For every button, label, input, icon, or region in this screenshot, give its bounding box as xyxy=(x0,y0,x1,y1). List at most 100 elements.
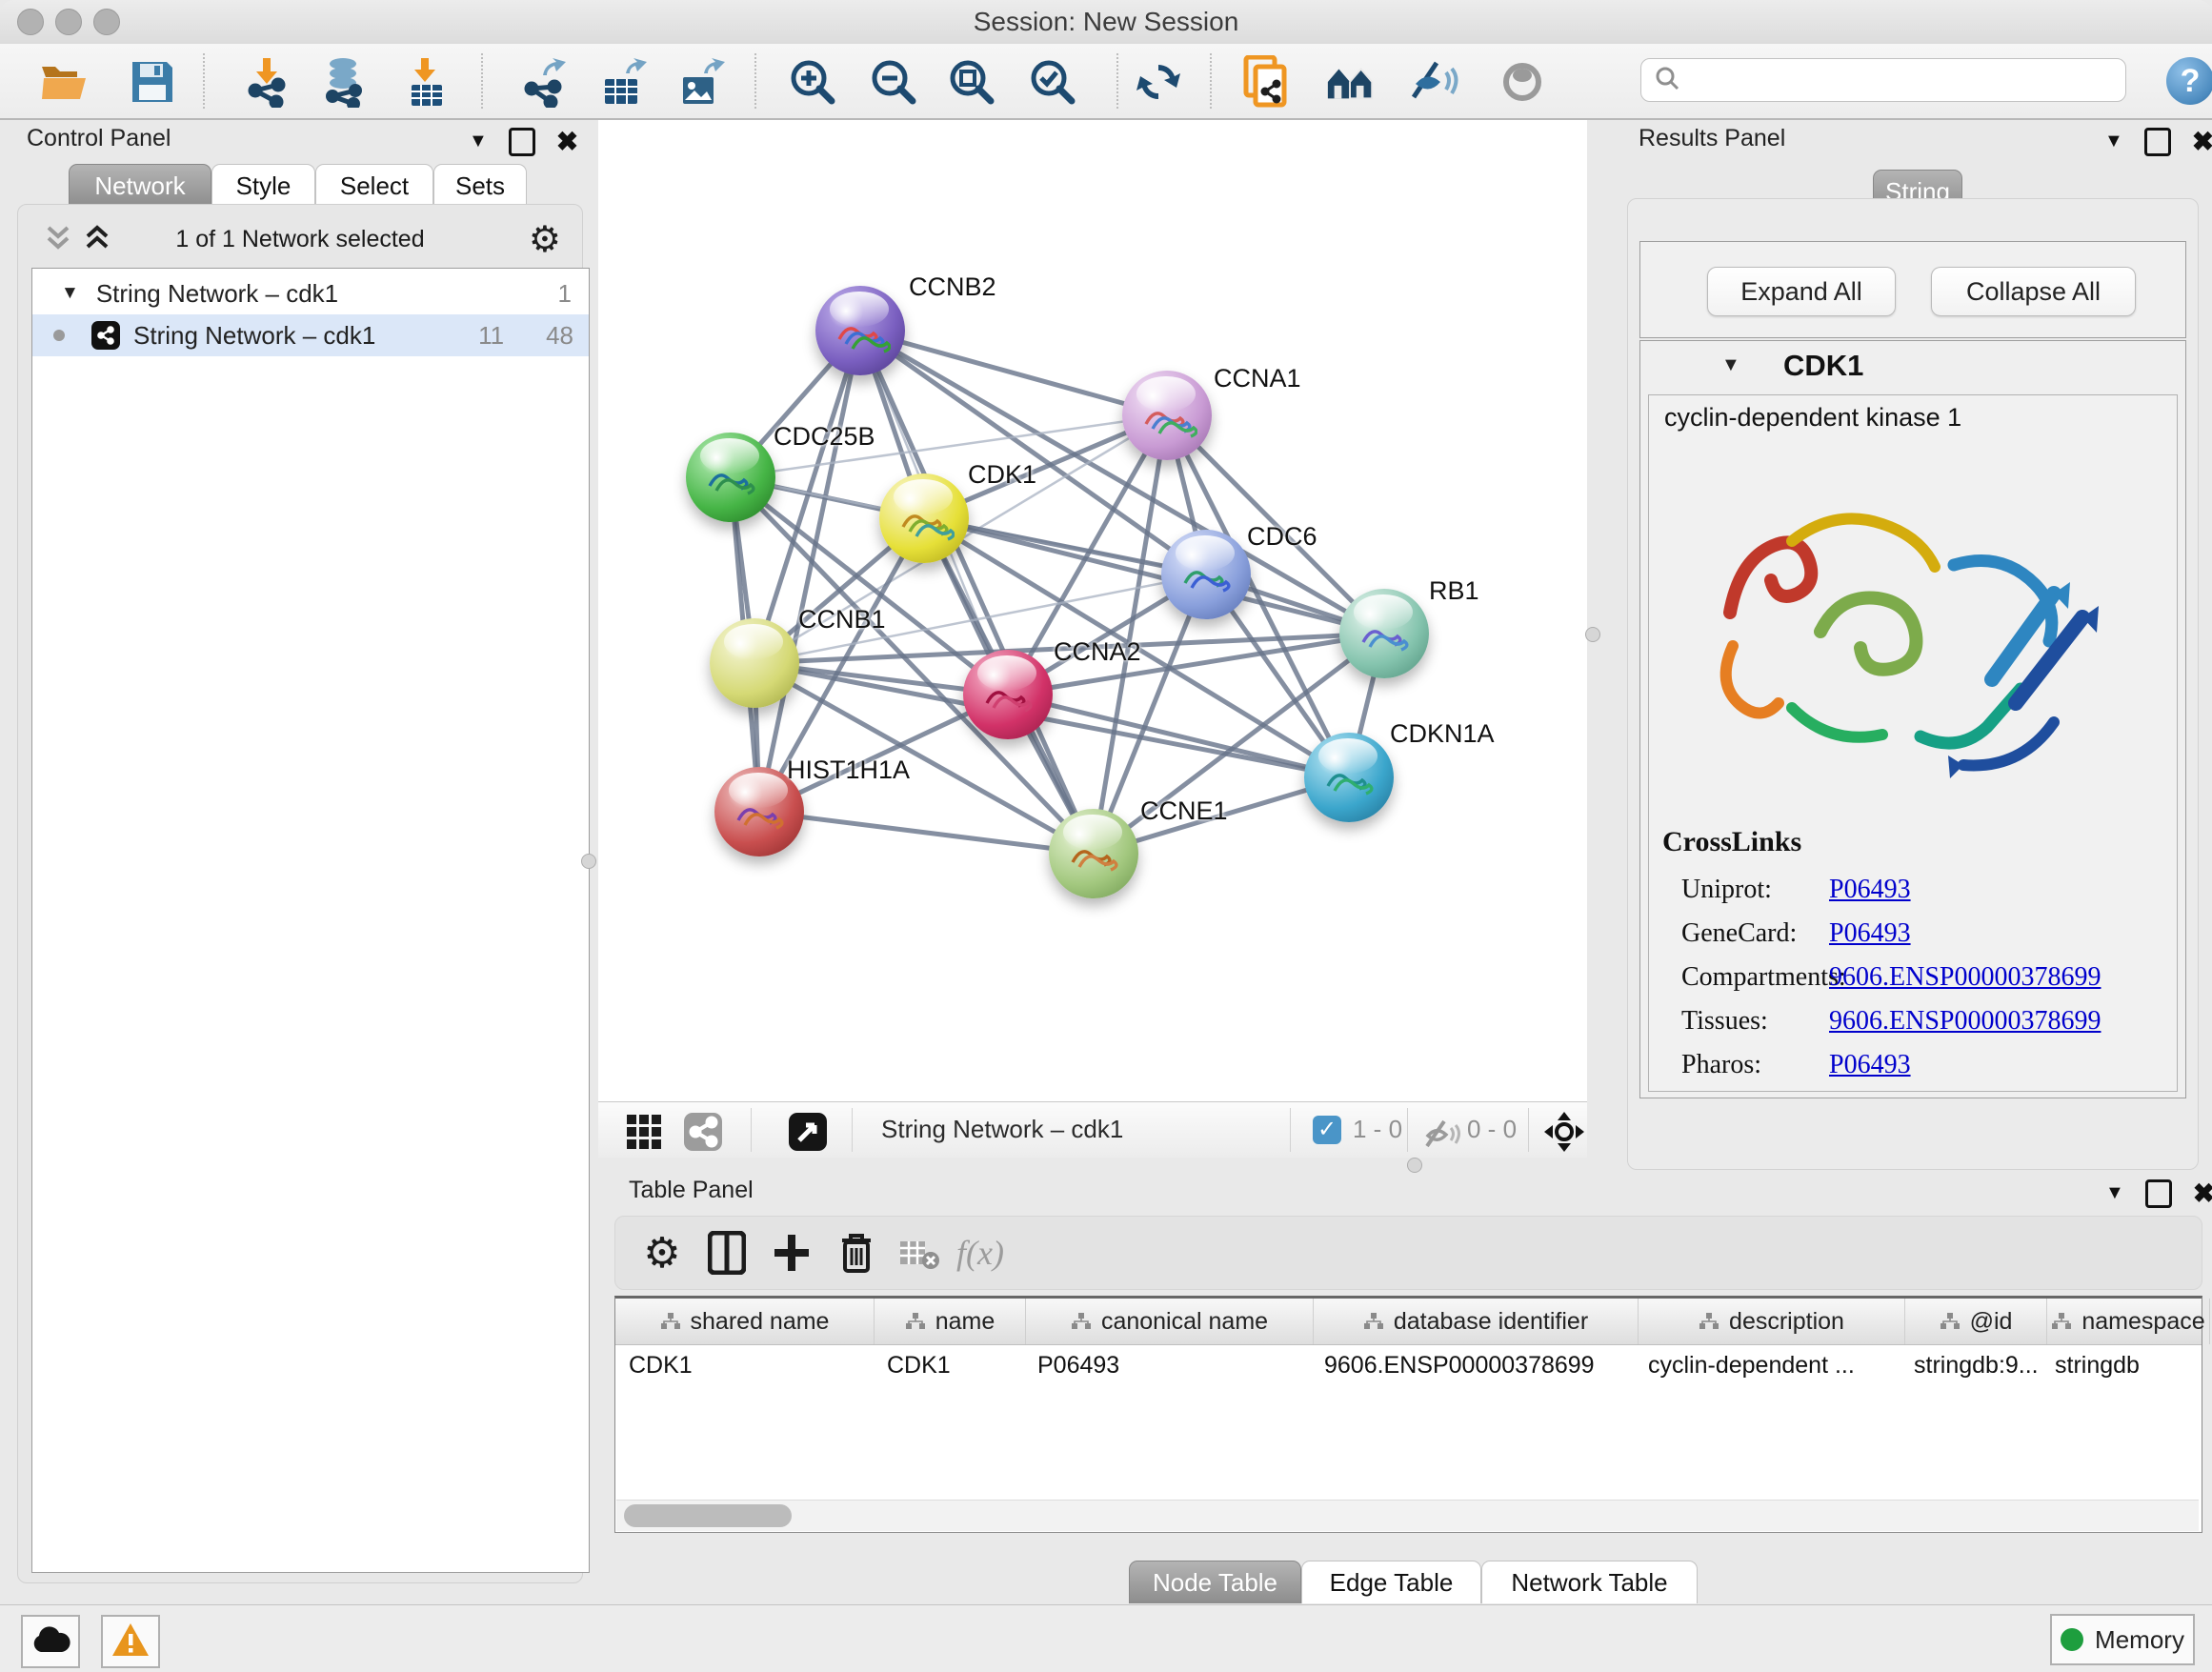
zoom-selected-icon[interactable] xyxy=(1026,57,1079,107)
crosslink-link[interactable]: 9606.ENSP00000378699 xyxy=(1829,962,2101,993)
table-cell[interactable]: CDK1 xyxy=(615,1352,874,1380)
selected-count: 1 - 0 xyxy=(1353,1115,1402,1144)
network-node-rb1[interactable] xyxy=(1339,589,1429,678)
memory-button[interactable]: Memory xyxy=(2050,1614,2195,1665)
tab-style[interactable]: Style xyxy=(211,164,315,207)
pan-tool-icon[interactable] xyxy=(1538,1107,1591,1157)
network-node-ccnb1[interactable] xyxy=(710,618,799,708)
crosslink-link[interactable]: P06493 xyxy=(1829,1050,1911,1080)
network-node-ccne1[interactable] xyxy=(1049,809,1138,898)
panel-menu-icon[interactable]: ▼ xyxy=(2105,1182,2124,1204)
network-edge[interactable] xyxy=(759,331,860,812)
selected-checkbox-icon[interactable]: ✓ xyxy=(1313,1116,1341,1144)
clone-network-icon[interactable] xyxy=(1240,57,1294,107)
network-edge[interactable] xyxy=(860,331,1167,415)
search-input[interactable] xyxy=(1689,66,2125,94)
column-header-database-identifier[interactable]: database identifier xyxy=(1314,1299,1639,1344)
node-table[interactable]: shared namenamecanonical namedatabase id… xyxy=(614,1296,2202,1533)
tab-network[interactable]: Network xyxy=(69,164,211,207)
import-network-icon[interactable] xyxy=(240,57,293,107)
tab-node-table[interactable]: Node Table xyxy=(1129,1561,1301,1603)
panel-close-icon[interactable]: ✖ xyxy=(2193,1178,2212,1209)
network-options-gear-icon[interactable]: ⚙ xyxy=(529,218,561,261)
export-table-icon[interactable] xyxy=(597,57,651,107)
column-header--id[interactable]: @id xyxy=(1905,1299,2047,1344)
column-header-description[interactable]: description xyxy=(1639,1299,1905,1344)
grid-view-icon[interactable] xyxy=(617,1107,671,1157)
panel-float-icon[interactable] xyxy=(2144,128,2171,156)
node-gloss xyxy=(729,773,788,809)
panel-menu-icon[interactable]: ▼ xyxy=(469,131,488,152)
network-row-selected[interactable]: String Network – cdk1 11 48 xyxy=(32,314,589,356)
column-type-icon xyxy=(1699,1312,1719,1331)
network-node-cdkn1a[interactable] xyxy=(1304,733,1394,822)
open-session-icon[interactable] xyxy=(38,57,91,107)
table-cell[interactable]: 9606.ENSP00000378699 xyxy=(1311,1352,1635,1380)
column-header-shared-name[interactable]: shared name xyxy=(615,1299,875,1344)
help-icon[interactable]: ? xyxy=(2166,57,2212,105)
table-settings-gear-icon[interactable]: ⚙ xyxy=(636,1228,688,1278)
panel-menu-icon[interactable]: ▼ xyxy=(2104,131,2123,152)
export-image-icon[interactable] xyxy=(675,57,729,107)
table-cell[interactable]: CDK1 xyxy=(874,1352,1024,1380)
column-header-canonical-name[interactable]: canonical name xyxy=(1026,1299,1314,1344)
table-cell[interactable]: stringdb xyxy=(2041,1352,2203,1380)
tree-expand-icon[interactable]: ▼ xyxy=(61,283,79,304)
crosslink-link[interactable]: P06493 xyxy=(1829,875,1911,905)
zoom-fit-icon[interactable] xyxy=(945,57,998,107)
export-network-icon[interactable] xyxy=(516,57,570,107)
tab-select[interactable]: Select xyxy=(315,164,433,207)
column-header-namespace[interactable]: namespace xyxy=(2047,1299,2210,1344)
panel-close-icon[interactable]: ✖ xyxy=(2192,126,2212,157)
network-collection-row[interactable]: ▼ String Network – cdk1 1 xyxy=(32,272,589,314)
import-table-icon[interactable] xyxy=(400,57,453,107)
crosslink-link[interactable]: P06493 xyxy=(1829,918,1911,949)
collapse-all-button[interactable]: Collapse All xyxy=(1931,267,2136,316)
tab-edge-table[interactable]: Edge Table xyxy=(1301,1561,1481,1603)
network-view-mode-icon[interactable] xyxy=(676,1107,730,1157)
cloud-status-button[interactable] xyxy=(21,1615,80,1668)
zoom-in-icon[interactable] xyxy=(786,57,839,107)
network-canvas[interactable]: CCNB2CCNA1CDC25BCDK1CDC6RB1CCNB1CCNA2CDK… xyxy=(598,120,1587,1101)
scrollbar-thumb[interactable] xyxy=(624,1504,792,1527)
collapse-entry-icon[interactable]: ▼ xyxy=(1721,354,1740,376)
table-cell[interactable]: cyclin-dependent ... xyxy=(1635,1352,1900,1380)
splitter-handle[interactable] xyxy=(1585,627,1600,642)
show-all-icon[interactable] xyxy=(1496,57,1549,107)
add-column-icon[interactable] xyxy=(766,1228,817,1278)
network-node-ccna2[interactable] xyxy=(963,650,1053,739)
table-h-scrollbar[interactable] xyxy=(616,1500,2199,1531)
search-icon xyxy=(1655,66,1679,95)
birdseye-view-icon[interactable] xyxy=(781,1107,835,1157)
save-session-icon[interactable] xyxy=(126,57,179,107)
hide-selected-icon[interactable] xyxy=(1407,57,1460,107)
crosslink-link[interactable]: 9606.ENSP00000378699 xyxy=(1829,1006,2101,1037)
column-header-name[interactable]: name xyxy=(875,1299,1026,1344)
table-cell[interactable]: stringdb:9... xyxy=(1900,1352,2041,1380)
refresh-icon[interactable] xyxy=(1132,57,1185,107)
expand-all-button[interactable]: Expand All xyxy=(1707,267,1896,316)
panel-float-icon[interactable] xyxy=(2145,1179,2172,1208)
splitter-handle[interactable] xyxy=(581,854,596,869)
network-node-ccnb2[interactable] xyxy=(815,286,905,375)
network-edge[interactable] xyxy=(759,812,1094,854)
network-node-cdk1[interactable] xyxy=(879,473,969,563)
tab-sets[interactable]: Sets xyxy=(433,164,527,207)
warnings-button[interactable] xyxy=(101,1615,160,1668)
table-row[interactable]: CDK1CDK1P064939606.ENSP00000378699cyclin… xyxy=(615,1344,2202,1386)
delete-column-icon[interactable] xyxy=(831,1228,882,1278)
import-database-icon[interactable] xyxy=(316,57,370,107)
search-field[interactable] xyxy=(1640,58,2126,102)
table-cell[interactable]: P06493 xyxy=(1024,1352,1311,1380)
panel-float-icon[interactable] xyxy=(509,128,535,156)
show-columns-icon[interactable] xyxy=(701,1228,753,1278)
first-neighbors-icon[interactable] xyxy=(1324,57,1377,107)
splitter-handle[interactable] xyxy=(1407,1158,1422,1173)
tab-network-table[interactable]: Network Table xyxy=(1481,1561,1698,1603)
network-node-cdc6[interactable] xyxy=(1161,530,1251,619)
panel-close-icon[interactable]: ✖ xyxy=(556,126,578,157)
network-node-ccna1[interactable] xyxy=(1122,371,1212,460)
gene-header-row[interactable]: ▼ CDK1 xyxy=(1640,341,2185,391)
network-node-cdc25b[interactable] xyxy=(686,433,775,522)
zoom-out-icon[interactable] xyxy=(867,57,920,107)
